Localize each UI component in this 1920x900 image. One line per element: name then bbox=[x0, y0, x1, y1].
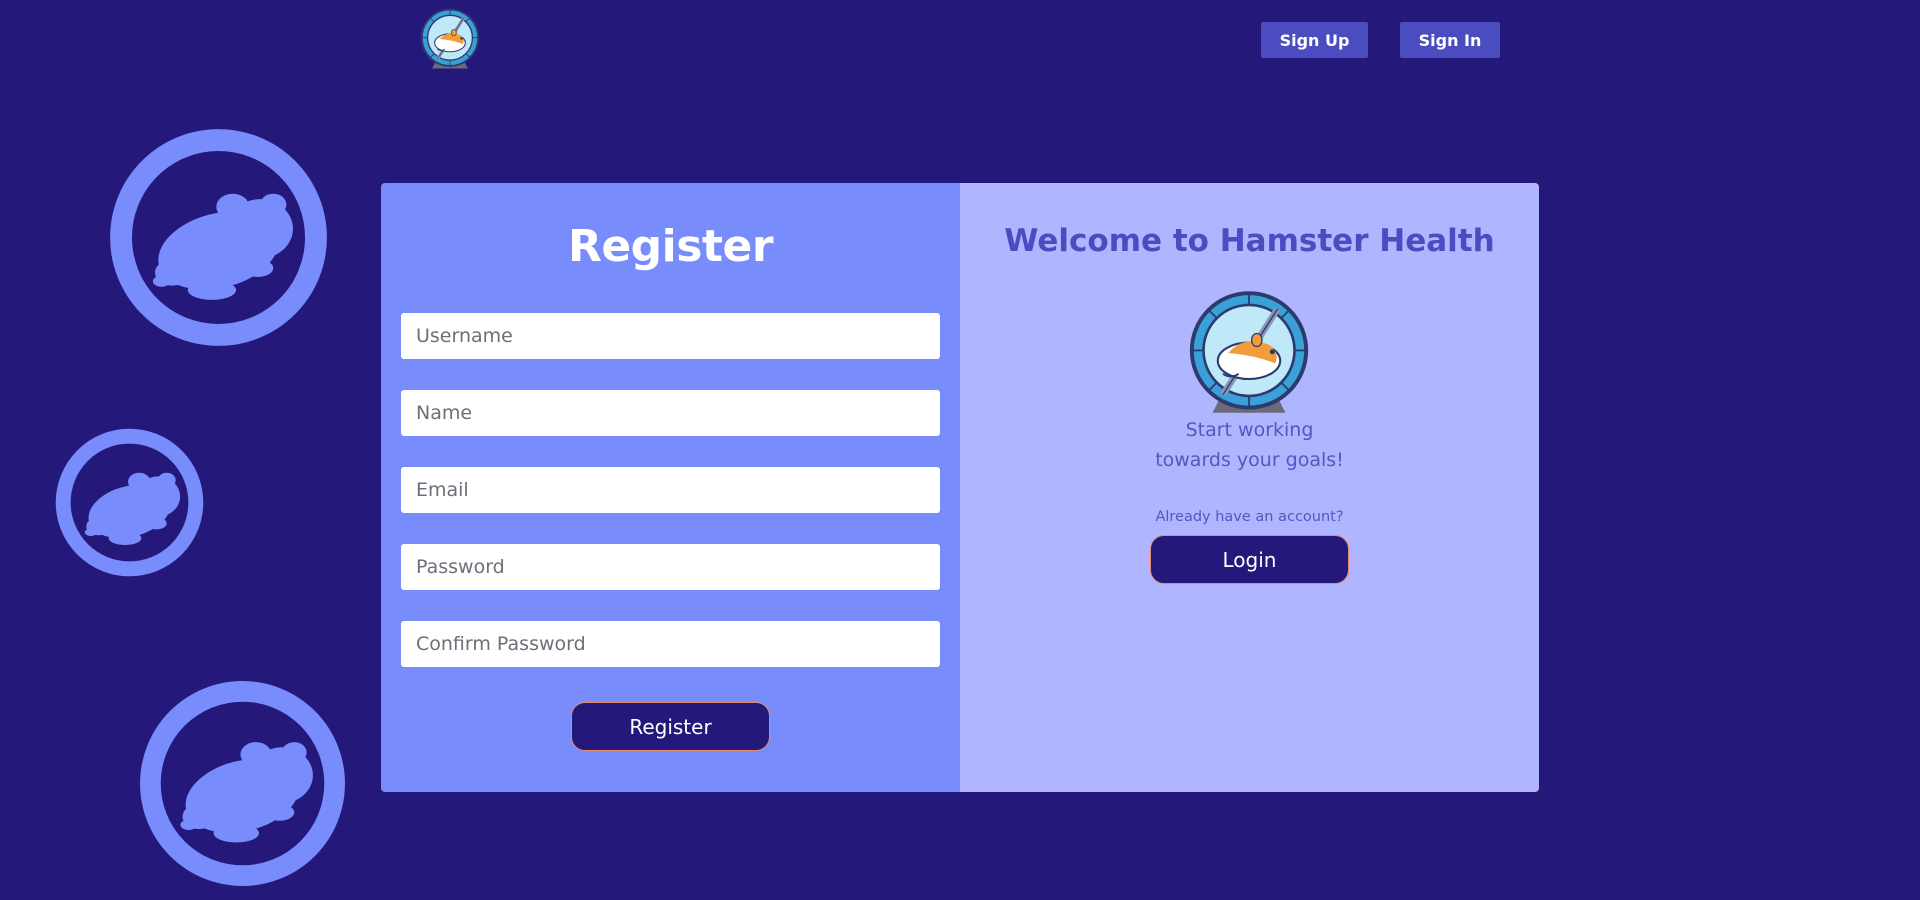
login-button[interactable]: Login bbox=[1150, 535, 1349, 584]
hamster-wheel-decoration-icon bbox=[55, 428, 204, 577]
hamster-wheel-decoration-icon bbox=[139, 680, 346, 887]
welcome-title: Welcome to Hamster Health bbox=[1004, 223, 1495, 259]
password-input[interactable] bbox=[401, 544, 940, 590]
welcome-panel: Welcome to Hamster Health Start working … bbox=[960, 183, 1539, 792]
register-button[interactable]: Register bbox=[571, 702, 770, 751]
existing-account-prompt: Already have an account? bbox=[1155, 509, 1344, 525]
sign-in-button[interactable]: Sign In bbox=[1400, 22, 1500, 58]
confirm-password-input[interactable] bbox=[401, 621, 940, 667]
hamster-wheel-logo-icon[interactable] bbox=[418, 6, 482, 72]
name-input[interactable] bbox=[401, 390, 940, 436]
email-input[interactable] bbox=[401, 467, 940, 513]
tagline-line-1: Start working bbox=[1185, 419, 1314, 441]
hamster-wheel-decoration-icon bbox=[109, 128, 328, 347]
register-panel: Register Register bbox=[381, 183, 960, 792]
register-title: Register bbox=[567, 221, 774, 272]
sign-up-button[interactable]: Sign Up bbox=[1261, 22, 1368, 58]
page: Sign Up Sign In Register Register Welcom… bbox=[0, 0, 1920, 900]
hamster-wheel-hero-icon bbox=[1184, 288, 1314, 418]
username-input[interactable] bbox=[401, 313, 940, 359]
tagline: Start working towards your goals! bbox=[960, 415, 1539, 475]
tagline-line-2: towards your goals! bbox=[1155, 449, 1344, 471]
auth-card: Register Register Welcome to Hamster Hea… bbox=[381, 183, 1539, 792]
